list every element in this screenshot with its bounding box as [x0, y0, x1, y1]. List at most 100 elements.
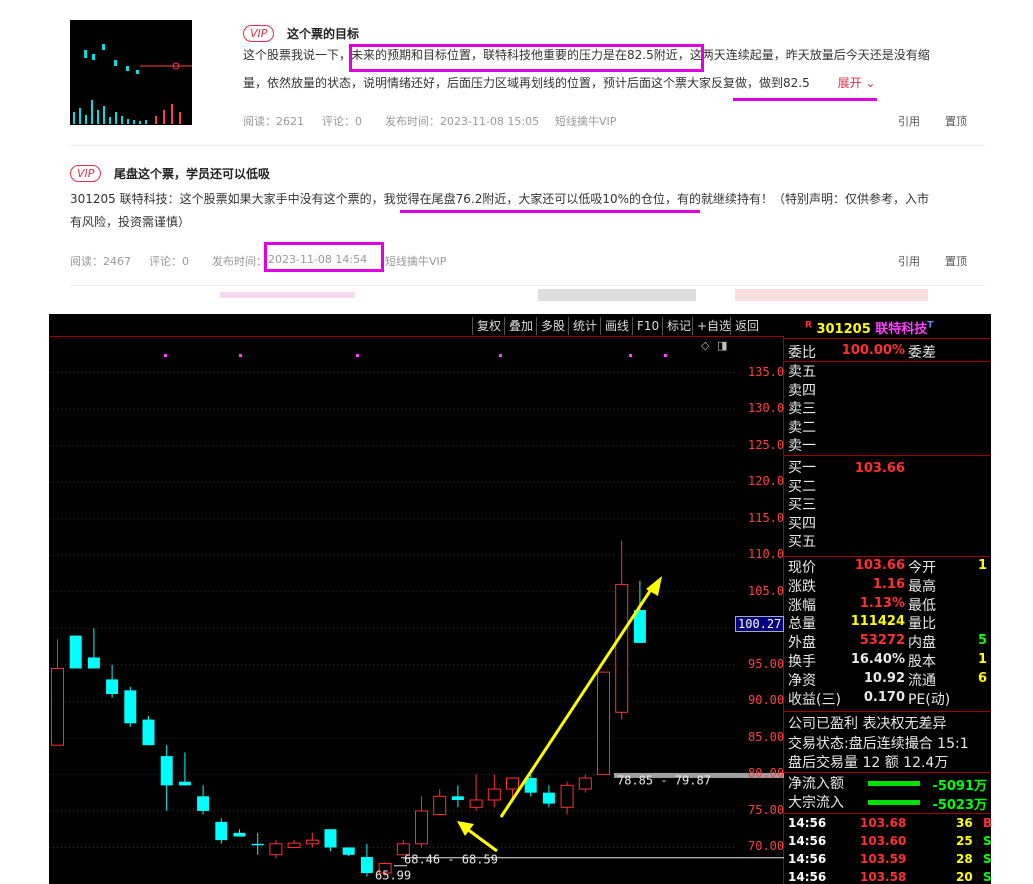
quote-row-label: 涨幅 [788, 597, 816, 614]
candlestick-chart[interactable]: 78.85 - 79.87 68.46 - 68.59 65.99 ◇ ◨ [49, 336, 784, 884]
toolbar-button[interactable]: +自选 [692, 317, 735, 335]
quote-row-value: 103.66 [854, 558, 905, 573]
candle-body[interactable] [215, 821, 228, 841]
candle-body[interactable] [51, 667, 64, 746]
candle-body[interactable] [542, 792, 555, 804]
post-body-line2: 有风险，投资需谨慎） [70, 215, 191, 229]
axis-label: 115.0 [748, 510, 785, 525]
quote-row-value: 1.13% [859, 595, 905, 611]
event-marker [164, 354, 167, 357]
candle-body[interactable] [451, 796, 464, 800]
candle-body[interactable] [615, 583, 629, 713]
buy-level-label: 买四 [788, 515, 816, 532]
low-label: 65.99 [375, 869, 411, 883]
weicha-label: 委差 [908, 345, 936, 361]
candle-body[interactable] [269, 843, 283, 856]
candle-body[interactable] [142, 719, 155, 746]
divider [784, 711, 991, 712]
candle-body[interactable] [469, 799, 483, 808]
candle-body[interactable] [124, 690, 137, 724]
profit-status: 公司已盈利 表决权无差异 [788, 716, 947, 732]
quote-row-right-value: 5 [978, 633, 988, 649]
candle-body[interactable] [233, 832, 246, 837]
event-marker [356, 354, 359, 357]
diamond-icon[interactable]: ◇ [701, 339, 710, 352]
toolbar-button[interactable]: 叠加 [504, 317, 537, 335]
stock-title: R 301205 联特科技T [805, 320, 934, 337]
quote-button[interactable]: 引用 [898, 253, 920, 269]
panel-toggle-icon[interactable]: ◨ [717, 339, 727, 352]
vip-badge: VIP [70, 165, 102, 182]
tick-price: 103.60 [860, 834, 907, 848]
candle-body[interactable] [197, 796, 210, 811]
candle-body[interactable] [178, 781, 191, 786]
comment-count[interactable]: 评论：0 [322, 113, 362, 129]
expand-link[interactable]: 展开 ⌄ [838, 76, 876, 90]
tick-side: S [983, 870, 992, 884]
candle-body[interactable] [305, 839, 319, 845]
candle-body[interactable] [251, 843, 264, 846]
tick-price: 103.58 [860, 870, 907, 884]
candle-body[interactable] [487, 788, 501, 801]
candle-body[interactable] [342, 847, 355, 855]
quote-row-value: 0.170 [863, 689, 905, 705]
pin-button[interactable]: 置顶 [945, 113, 967, 129]
divider [784, 455, 991, 456]
buy-level-label: 买二 [788, 478, 816, 495]
quote-row-label: 换手 [788, 654, 816, 670]
quote-row-right-label: 流通 [908, 672, 936, 689]
toolbar-button[interactable]: 复权 [472, 317, 505, 335]
block-inflow-label: 大宗流入 [788, 795, 844, 811]
tick-volume: 36 [956, 816, 973, 830]
axis-label: 75.00 [748, 802, 785, 817]
candle-body[interactable] [578, 777, 592, 790]
toolbar-button[interactable]: 返回 [730, 317, 763, 335]
event-marker [239, 354, 242, 357]
candle-body[interactable] [160, 756, 173, 786]
quote-button[interactable]: 引用 [898, 113, 920, 129]
chevron-down-icon: ⌄ [865, 76, 876, 90]
quote-row-value: 16.40% [850, 652, 905, 667]
quote-row-right-label: 今开 [908, 560, 936, 576]
tick-time: 14:56 [788, 870, 827, 884]
quote-row-right-value: 1 [978, 652, 988, 667]
tick-volume: 20 [956, 870, 973, 884]
candle-body[interactable] [287, 842, 301, 848]
tick-side: B [983, 816, 993, 830]
toolbar-button[interactable]: 多股 [536, 317, 569, 335]
post-title[interactable]: 这个票的目标 [287, 25, 359, 42]
candle-body[interactable] [415, 810, 428, 845]
buy-level-label: 买三 [788, 497, 816, 514]
candle-body[interactable] [324, 829, 337, 848]
tick-time: 14:56 [788, 852, 827, 866]
weibi-value: 100.00% [841, 343, 905, 358]
post-title[interactable]: 尾盘这个票，学员还可以低吸 [114, 165, 270, 182]
divider [784, 813, 991, 814]
candle-body[interactable] [106, 679, 119, 695]
candle-body[interactable] [506, 777, 519, 790]
quote-row-value: 1.16 [872, 576, 905, 592]
axis-label: 85.00 [748, 729, 785, 744]
post-source: 短线擒牛VIP [385, 255, 447, 268]
toolbar-button[interactable]: 画线 [600, 317, 633, 335]
highlight-box [349, 44, 704, 72]
tick-side: S [983, 852, 992, 866]
candle-body[interactable] [433, 795, 447, 816]
toolbar-button[interactable]: 标记 [662, 317, 695, 335]
tick-price: 103.59 [860, 852, 907, 866]
highlight-box [264, 242, 384, 272]
candle-body[interactable] [560, 784, 574, 808]
comment-count[interactable]: 评论：0 [149, 253, 189, 269]
toolbar-button[interactable]: 统计 [568, 317, 601, 335]
quote-row-right-label: 股本 [908, 654, 936, 670]
post-time: 发布时间：2023-11-08 15:05 [385, 115, 540, 128]
candle-body[interactable] [360, 856, 373, 874]
pin-button[interactable]: 置顶 [945, 253, 967, 269]
toolbar-button[interactable]: F10 [632, 317, 663, 335]
post-thumbnail[interactable] [70, 20, 192, 125]
candle-body[interactable] [597, 671, 610, 775]
candle-body[interactable] [87, 657, 100, 669]
post-source: 短线擒牛VIP [555, 115, 617, 128]
quote-row-right-value: 1 [978, 558, 988, 573]
candle-body[interactable] [69, 635, 82, 669]
